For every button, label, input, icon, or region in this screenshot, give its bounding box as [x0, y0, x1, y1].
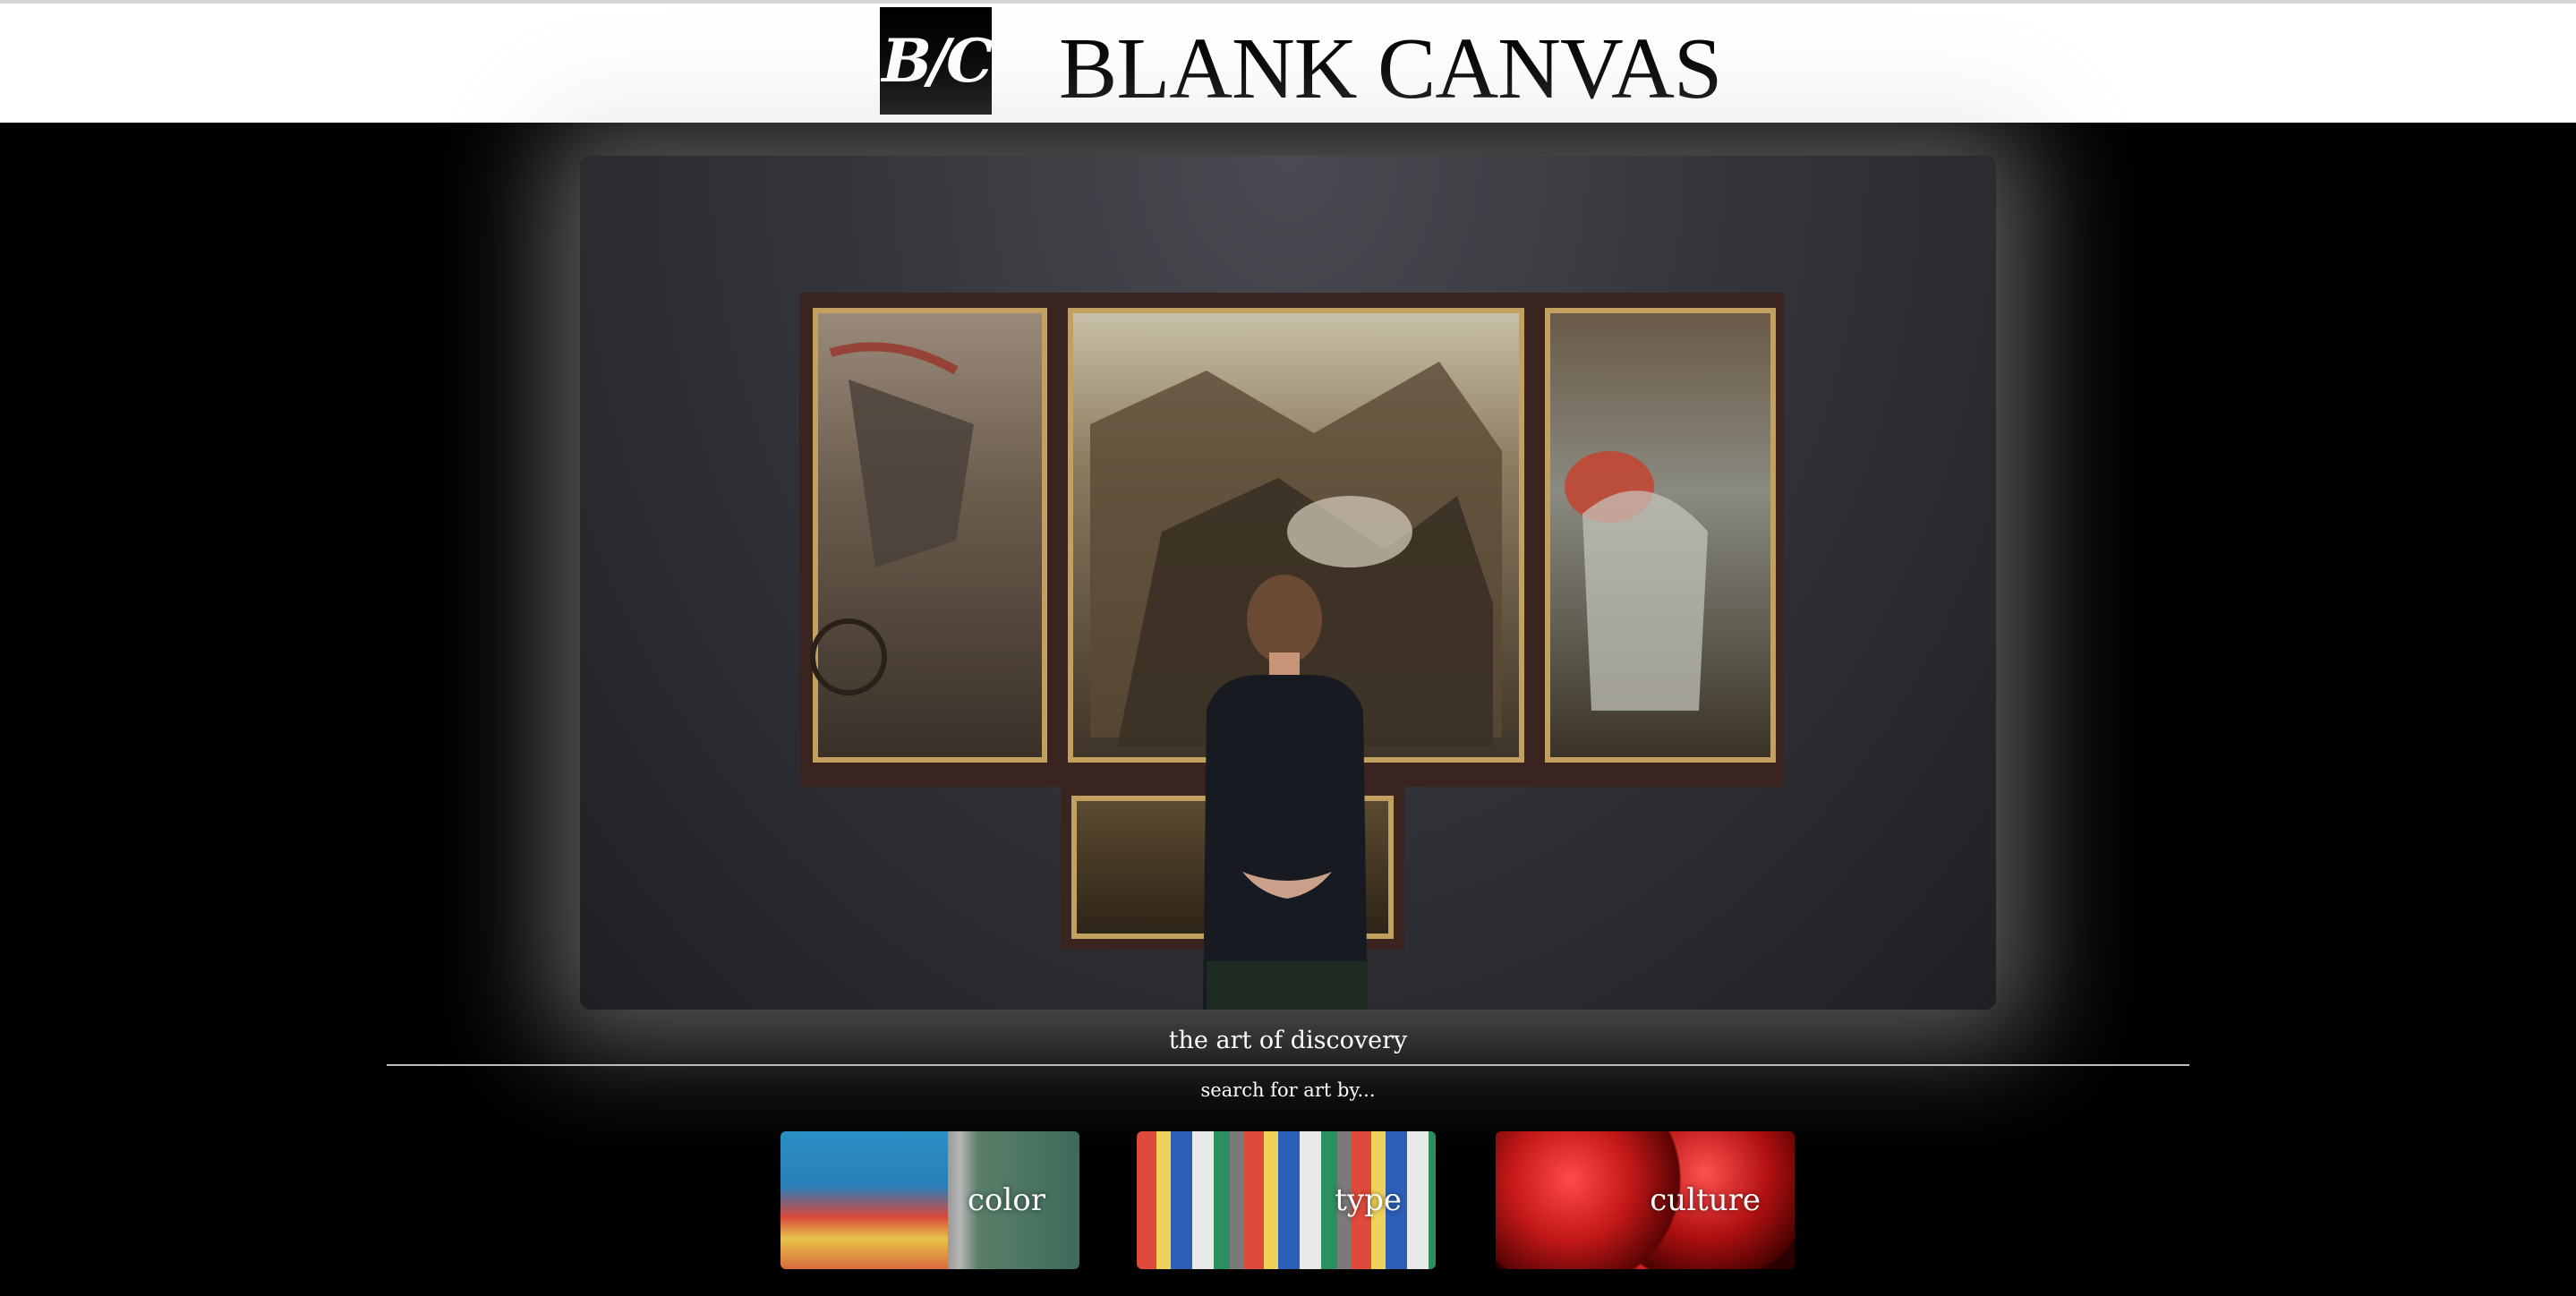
category-label: culture [1650, 1182, 1761, 1218]
site-header: B/C BLANK CANVAS [0, 4, 2576, 123]
logo[interactable]: B/C [880, 7, 994, 115]
gallery-scene-illustration [799, 293, 1784, 1010]
category-tile-color[interactable]: color [780, 1131, 1079, 1269]
hero-image [580, 156, 1996, 1010]
site-title[interactable]: BLANK CANVAS [1059, 20, 1722, 118]
tagline: the art of discovery [1168, 1027, 1408, 1054]
category-label: color [967, 1182, 1045, 1218]
divider [387, 1064, 2189, 1066]
search-prompt: search for art by... [1200, 1079, 1376, 1101]
category-label: type [1335, 1182, 1402, 1218]
category-tile-type[interactable]: type [1137, 1131, 1436, 1269]
category-tile-culture[interactable]: culture [1496, 1131, 1795, 1269]
